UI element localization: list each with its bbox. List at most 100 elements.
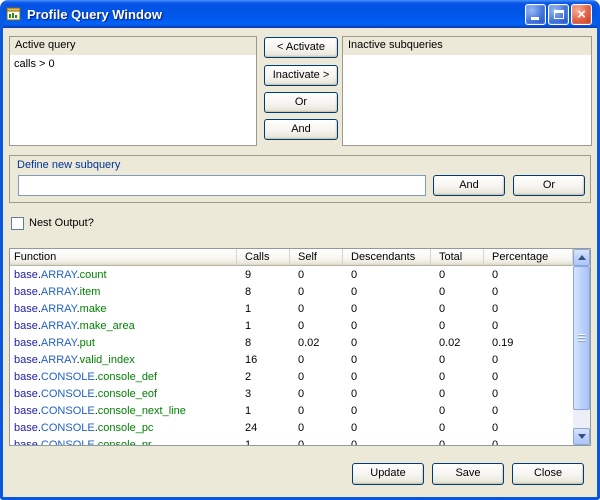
cell-self: 0 — [290, 354, 343, 366]
cell-self: 0.02 — [290, 337, 343, 349]
or-button[interactable]: Or — [264, 92, 338, 113]
cell-percentage: 0 — [484, 269, 573, 281]
subquery-or-button[interactable]: Or — [513, 175, 585, 196]
cell-percentage: 0 — [484, 388, 573, 400]
cell-total: 0 — [431, 320, 484, 332]
list-item[interactable]: calls > 0 — [10, 55, 256, 73]
table-row[interactable]: base.ARRAY.make 1 0 0 0 0 — [10, 300, 573, 317]
minimize-icon — [531, 17, 539, 20]
cell-calls: 1 — [237, 320, 290, 332]
update-button[interactable]: Update — [352, 463, 424, 485]
cell-calls: 8 — [237, 337, 290, 349]
table-row[interactable]: base.ARRAY.make_area 1 0 0 0 0 — [10, 317, 573, 334]
column-header-self[interactable]: Self — [290, 249, 343, 265]
arrow-up-icon — [578, 255, 586, 260]
cell-descendants: 0 — [343, 354, 431, 366]
function-name: base.ARRAY.item — [10, 286, 237, 298]
cell-descendants: 0 — [343, 388, 431, 400]
caption-buttons: × — [525, 4, 592, 25]
function-name: base.CONSOLE.console_eof — [10, 388, 237, 400]
table-row[interactable]: base.ARRAY.count 9 0 0 0 0 — [10, 266, 573, 283]
cell-self: 0 — [290, 371, 343, 383]
cell-total: 0 — [431, 269, 484, 281]
define-subquery-label: Define new subquery — [10, 156, 590, 174]
cell-calls: 2 — [237, 371, 290, 383]
cell-percentage: 0 — [484, 422, 573, 434]
close-button[interactable]: × — [571, 4, 592, 25]
table-row[interactable]: base.ARRAY.put 8 0.02 0 0.02 0.19 — [10, 334, 573, 351]
cell-total: 0 — [431, 388, 484, 400]
inactive-subqueries-label: Inactive subqueries — [343, 37, 591, 55]
maximize-button[interactable] — [548, 4, 569, 25]
cell-self: 0 — [290, 422, 343, 434]
function-name: base.CONSOLE.console_def — [10, 371, 237, 383]
cell-self: 0 — [290, 405, 343, 417]
cell-calls: 1 — [237, 303, 290, 315]
scroll-up-button[interactable] — [573, 249, 590, 266]
table-header: Function Calls Self Descendants Total Pe… — [10, 249, 573, 266]
cell-self: 0 — [290, 286, 343, 298]
minimize-button[interactable] — [525, 4, 546, 25]
cell-descendants: 0 — [343, 286, 431, 298]
column-header-calls[interactable]: Calls — [237, 249, 290, 265]
nest-output-label: Nest Output? — [29, 217, 94, 229]
cell-total: 0 — [431, 405, 484, 417]
cell-percentage: 0 — [484, 439, 573, 446]
function-name: base.ARRAY.make — [10, 303, 237, 315]
cell-self: 0 — [290, 388, 343, 400]
nest-output-row: Nest Output? — [11, 216, 94, 230]
screen: Profile Query Window × Active query call… — [0, 0, 600, 500]
transfer-buttons: < Activate Inactivate > Or And — [263, 37, 339, 149]
cell-calls: 3 — [237, 388, 290, 400]
table-row[interactable]: base.ARRAY.item 8 0 0 0 0 — [10, 283, 573, 300]
function-name: base.CONSOLE.console_pr — [10, 439, 237, 446]
titlebar[interactable]: Profile Query Window × — [0, 0, 600, 28]
cell-percentage: 0.19 — [484, 337, 573, 349]
cell-calls: 1 — [237, 405, 290, 417]
table-row[interactable]: base.CONSOLE.console_pr 1 0 0 0 0 — [10, 436, 573, 445]
scroll-down-button[interactable] — [573, 428, 590, 445]
save-button[interactable]: Save — [432, 463, 504, 485]
inactive-subqueries-panel: Inactive subqueries — [342, 36, 592, 146]
subquery-input[interactable] — [18, 175, 426, 196]
cell-descendants: 0 — [343, 371, 431, 383]
table-row[interactable]: base.CONSOLE.console_def 2 0 0 0 0 — [10, 368, 573, 385]
subquery-and-button[interactable]: And — [433, 175, 505, 196]
cell-total: 0 — [431, 286, 484, 298]
column-header-total[interactable]: Total — [431, 249, 484, 265]
cell-calls: 24 — [237, 422, 290, 434]
cell-self: 0 — [290, 320, 343, 332]
cell-total: 0 — [431, 371, 484, 383]
function-name: base.ARRAY.make_area — [10, 320, 237, 332]
function-name: base.CONSOLE.console_pc — [10, 422, 237, 434]
table-scrollbar[interactable] — [573, 249, 590, 445]
cell-descendants: 0 — [343, 439, 431, 446]
column-header-descendants[interactable]: Descendants — [343, 249, 431, 265]
and-button[interactable]: And — [264, 119, 338, 140]
table-row[interactable]: base.ARRAY.valid_index 16 0 0 0 0 — [10, 351, 573, 368]
inactivate-button[interactable]: Inactivate > — [264, 65, 338, 86]
table-row[interactable]: base.CONSOLE.console_eof 3 0 0 0 0 — [10, 385, 573, 402]
table-row[interactable]: base.CONSOLE.console_next_line 1 0 0 0 0 — [10, 402, 573, 419]
function-name: base.ARRAY.count — [10, 269, 237, 281]
cell-self: 0 — [290, 269, 343, 281]
cell-calls: 8 — [237, 286, 290, 298]
activate-button[interactable]: < Activate — [264, 37, 338, 58]
scrollbar-thumb[interactable] — [573, 266, 590, 410]
cell-percentage: 0 — [484, 405, 573, 417]
nest-output-checkbox[interactable] — [11, 217, 24, 230]
function-name: base.ARRAY.put — [10, 337, 237, 349]
inactive-subqueries-list[interactable] — [343, 55, 591, 145]
table-row[interactable]: base.CONSOLE.console_pc 24 0 0 0 0 — [10, 419, 573, 436]
column-header-function[interactable]: Function — [10, 249, 237, 265]
column-header-percentage[interactable]: Percentage — [484, 249, 573, 265]
cell-calls: 9 — [237, 269, 290, 281]
cell-self: 0 — [290, 303, 343, 315]
function-name: base.CONSOLE.console_next_line — [10, 405, 237, 417]
close-icon: × — [572, 5, 591, 24]
active-query-list[interactable]: calls > 0 — [10, 55, 256, 145]
table-body: base.ARRAY.count 9 0 0 0 0 base.ARRAY.it… — [10, 266, 573, 445]
cell-self: 0 — [290, 439, 343, 446]
close-dialog-button[interactable]: Close — [512, 463, 584, 485]
cell-descendants: 0 — [343, 269, 431, 281]
